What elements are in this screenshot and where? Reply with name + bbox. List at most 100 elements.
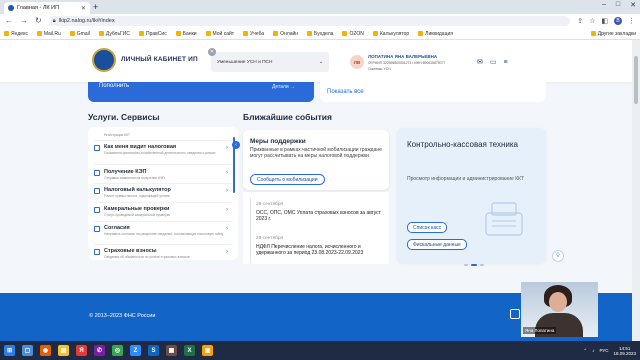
folder-icon[interactable]: ▣ (202, 345, 213, 356)
event-item[interactable]: 28 сентября НДФЛ Перечисление налога, ис… (256, 236, 384, 256)
tray-up-icon[interactable]: ⌃ (583, 348, 587, 354)
bookmarks-bar: Яндекс Mail.Ru Gmail ДубльГИС ПравСис Ба… (0, 28, 640, 40)
event-text: ОСС, ОПС, ОМС Уплата страховых взносов з… (256, 210, 381, 222)
language-indicator[interactable]: РУС (599, 348, 608, 353)
share-icon[interactable]: ⇪ (577, 17, 583, 25)
tab-favicon-icon (8, 5, 14, 11)
close-icon[interactable]: ✕ (208, 48, 216, 56)
excel-icon[interactable]: X (184, 345, 195, 356)
user-system: Система: УСН (368, 67, 391, 71)
zoom-icon[interactable]: Z (130, 345, 141, 356)
service-item-insurance[interactable]: Страховые взносы Сведения об обязанности… (94, 248, 232, 259)
kkt-title: Контрольно-кассовая техника (407, 140, 518, 149)
files-icon[interactable]: ▤ (58, 345, 69, 356)
extensions-icon[interactable]: ◧ (601, 17, 608, 25)
back-icon[interactable]: ← (5, 17, 13, 25)
show-all-link[interactable]: Показать все (327, 89, 364, 95)
chevron-right-icon: › (226, 188, 228, 194)
star-icon[interactable]: ☆ (589, 17, 595, 25)
close-window-icon[interactable]: ✕ (630, 1, 636, 9)
service-title: Получение КЭП (104, 169, 147, 175)
replenish-button[interactable]: Пополнить (99, 83, 129, 89)
lightbulb-icon[interactable]: 💡︎ (552, 250, 564, 262)
bookmark-8[interactable]: Онлайн (273, 31, 298, 37)
service-item-consents[interactable]: Согласия Направить согласие на раскрытие… (94, 225, 232, 236)
eye-icon (94, 145, 100, 151)
service-item-tax-view[interactable]: Как меня видит налоговая Показатели фина… (94, 144, 232, 155)
bookmark-12[interactable]: Ликвидация (418, 31, 453, 37)
clock[interactable]: 14:51 18.09.2023 (613, 346, 636, 356)
bookmark-1[interactable]: Mail.Ru (36, 31, 61, 37)
webcam-overlay: Яна Лопатина (521, 282, 598, 337)
minimize-icon[interactable]: – (602, 1, 606, 9)
bookmark-10[interactable]: OZON (342, 31, 364, 37)
support-card-desc: Призванные в рамках частичной мобилизаци… (250, 147, 382, 159)
browser-tab[interactable]: Главная - ЛК ИП ✕ (4, 2, 90, 14)
forward-icon[interactable]: → (20, 17, 28, 25)
chrome-icon[interactable]: ◎ (112, 345, 123, 356)
chevron-right-icon: › (226, 207, 228, 213)
menu-icon[interactable]: ⋮ (628, 17, 635, 25)
url-text: lkip2.nalog.ru/lk#/index (58, 18, 115, 24)
page-scrollbar-thumb[interactable] (634, 56, 638, 104)
bookmark-4[interactable]: ПравСис (138, 31, 167, 37)
collapse-arrow-icon[interactable]: ‹ (232, 141, 240, 149)
chat-icon[interactable]: ▭ (490, 58, 497, 66)
service-item-calculator[interactable]: Налоговый калькулятор Расчёт суммы налог… (94, 187, 232, 198)
bookmark-5[interactable]: Банки (175, 31, 197, 37)
service-desc: Отправка заявления на получение КЭП (104, 176, 165, 180)
event-date: 28 сентября (256, 236, 284, 241)
report-mobilization-button[interactable]: Сообщить о мобилизации (250, 174, 325, 185)
firefox-icon[interactable]: ◉ (40, 345, 51, 356)
cash-register-list-button[interactable]: Список касс (407, 222, 448, 233)
bookmark-9[interactable]: Бухдела (307, 31, 333, 37)
mail-icon[interactable]: ✉ (477, 58, 483, 66)
bookmark-2[interactable]: Gmail (69, 31, 90, 37)
fns-logo-icon[interactable] (92, 48, 116, 72)
chevron-right-icon: › (226, 249, 228, 255)
carousel-dots[interactable] (464, 264, 484, 266)
tax-mode-select[interactable]: Уменьшение УСН и ПСН ⌄ (211, 52, 329, 72)
profile-avatar[interactable]: В (614, 17, 622, 25)
new-tab-icon[interactable]: + (93, 2, 98, 12)
user-avatar[interactable]: ЛВ (350, 55, 364, 69)
viber-icon[interactable]: ✆ (94, 345, 105, 356)
calculator-icon (94, 188, 100, 194)
services-panel: Регистрация ККТ Как меня видит налоговая… (88, 127, 238, 260)
chat-support-icon[interactable] (510, 309, 520, 319)
photos-icon[interactable]: ▦ (166, 345, 177, 356)
document-icon (94, 207, 100, 213)
start-icon[interactable]: ⊞ (4, 345, 15, 356)
service-title: Страховые взносы (104, 248, 157, 254)
skype-icon[interactable]: S (148, 345, 159, 356)
address-bar[interactable]: 🔒︎ lkip2.nalog.ru/lk#/index (48, 16, 571, 26)
event-text: НДФЛ Перечисление налога, исчисленного и… (256, 244, 364, 256)
bookmark-3[interactable]: ДубльГИС (98, 31, 130, 37)
timeline-line (250, 198, 251, 263)
bookmark-6[interactable]: Мой сайт (205, 31, 234, 37)
service-desc: Показатели финансово-хозяйственной деяте… (104, 151, 216, 155)
explorer-icon[interactable]: ▢ (22, 345, 33, 356)
event-item[interactable]: 28 сентября ОСС, ОПС, ОМС Уплата страхов… (256, 202, 384, 222)
user-name[interactable]: ЛОПАТИНА ЯНА ВАЛЕРЬЕВНА (368, 54, 437, 59)
volume-icon[interactable]: ♪ (592, 348, 594, 353)
chevron-down-icon: ⌄ (318, 59, 323, 65)
bookmark-0[interactable]: Яндекс (4, 31, 28, 37)
logo-text[interactable]: ЛИЧНЫЙ КАБИНЕТ ИП (121, 56, 198, 63)
service-item-inspections[interactable]: Камеральные проверки Статус проводимой к… (94, 206, 232, 217)
service-item-kep[interactable]: Получение КЭП Отправка заявления на полу… (94, 169, 232, 180)
service-title: Налоговый калькулятор (104, 187, 171, 193)
bookmark-7[interactable]: Учеба (243, 31, 264, 37)
bookmark-11[interactable]: Калькулятор (372, 31, 409, 37)
maximize-icon[interactable]: □ (616, 1, 620, 9)
fiscal-data-button[interactable]: Фискальные данные (407, 239, 467, 250)
service-title: Согласия (104, 225, 130, 231)
other-bookmarks[interactable]: Другие закладки (590, 31, 636, 37)
reload-icon[interactable]: ↻ (35, 17, 42, 25)
yandex-icon[interactable]: Я (76, 345, 87, 356)
header-icons: ✉ ▭ ≡ (477, 58, 508, 67)
tab-close-icon[interactable]: ✕ (81, 5, 86, 12)
service-desc: Сведения об обязанности по уплате страхо… (104, 255, 190, 259)
menu-lines-icon[interactable]: ≡ (504, 59, 508, 66)
details-link[interactable]: Детали → (272, 84, 295, 90)
